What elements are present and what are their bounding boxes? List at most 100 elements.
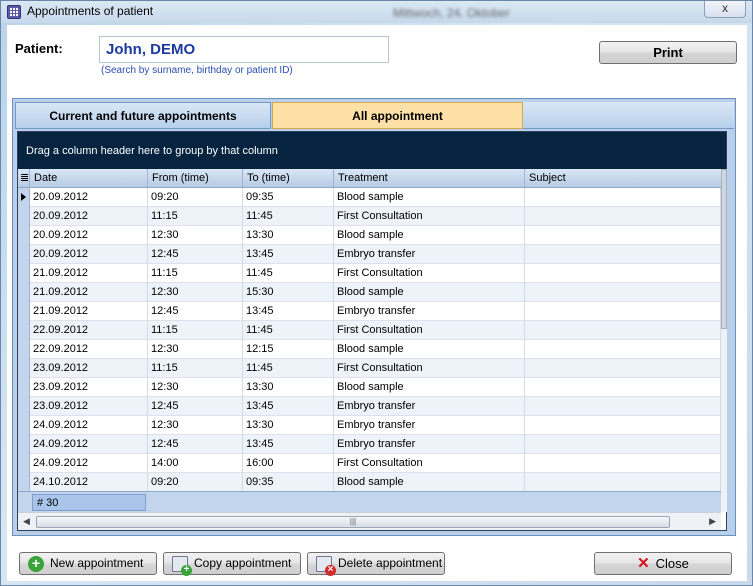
cell-subject[interactable]: [525, 264, 721, 283]
row-selector[interactable]: [18, 378, 30, 397]
cell-date[interactable]: 21.09.2012: [30, 264, 148, 283]
table-row[interactable]: 23.09.2012 12:45 13:45 Embryo transfer: [18, 397, 721, 416]
cell-subject[interactable]: [525, 378, 721, 397]
table-row[interactable]: 20.09.2012 12:30 13:30 Blood sample: [18, 226, 721, 245]
cell-to[interactable]: 13:45: [243, 397, 334, 416]
cell-to[interactable]: 11:45: [243, 359, 334, 378]
row-selector[interactable]: [18, 321, 30, 340]
column-header-treatment[interactable]: Treatment: [334, 169, 525, 187]
cell-from[interactable]: 11:15: [148, 264, 243, 283]
cell-to[interactable]: 13:45: [243, 245, 334, 264]
cell-treatment[interactable]: First Consultation: [334, 359, 525, 378]
cell-subject[interactable]: [525, 435, 721, 454]
cell-to[interactable]: 13:30: [243, 416, 334, 435]
print-button[interactable]: Print: [599, 41, 737, 64]
cell-to[interactable]: 12:15: [243, 340, 334, 359]
cell-to[interactable]: 11:45: [243, 207, 334, 226]
table-row[interactable]: 23.09.2012 11:15 11:45 First Consultation: [18, 359, 721, 378]
cell-treatment[interactable]: Blood sample: [334, 378, 525, 397]
cell-to[interactable]: 11:45: [243, 264, 334, 283]
cell-from[interactable]: 12:30: [148, 283, 243, 302]
column-header-date[interactable]: Date: [30, 169, 148, 187]
patient-search-input[interactable]: John, DEMO: [99, 36, 389, 63]
cell-date[interactable]: 23.09.2012: [30, 397, 148, 416]
cell-treatment[interactable]: Embryo transfer: [334, 302, 525, 321]
horizontal-scrollbar[interactable]: ◀ ||| ▶: [18, 512, 721, 530]
cell-treatment[interactable]: First Consultation: [334, 264, 525, 283]
close-button[interactable]: ✕ Close: [594, 552, 732, 575]
cell-subject[interactable]: [525, 283, 721, 302]
cell-from[interactable]: 12:45: [148, 302, 243, 321]
table-row[interactable]: 22.09.2012 11:15 11:45 First Consultation: [18, 321, 721, 340]
table-row[interactable]: 24.09.2012 14:00 16:00 First Consultation: [18, 454, 721, 473]
cell-subject[interactable]: [525, 359, 721, 378]
row-selector[interactable]: [18, 454, 30, 473]
cell-from[interactable]: 12:45: [148, 435, 243, 454]
cell-date[interactable]: 23.09.2012: [30, 378, 148, 397]
row-selector[interactable]: [18, 283, 30, 302]
cell-from[interactable]: 12:45: [148, 245, 243, 264]
cell-date[interactable]: 24.09.2012: [30, 435, 148, 454]
cell-to[interactable]: 13:30: [243, 378, 334, 397]
horizontal-scroll-thumb[interactable]: |||: [36, 516, 670, 528]
cell-date[interactable]: 24.09.2012: [30, 454, 148, 473]
scroll-right-icon[interactable]: ▶: [709, 516, 716, 527]
table-row[interactable]: 24.09.2012 12:30 13:30 Embryo transfer: [18, 416, 721, 435]
cell-treatment[interactable]: First Consultation: [334, 321, 525, 340]
cell-treatment[interactable]: Blood sample: [334, 340, 525, 359]
cell-date[interactable]: 21.09.2012: [30, 302, 148, 321]
cell-to[interactable]: 15:30: [243, 283, 334, 302]
cell-subject[interactable]: [525, 321, 721, 340]
cell-to[interactable]: 13:45: [243, 302, 334, 321]
cell-date[interactable]: 24.10.2012: [30, 473, 148, 491]
cell-treatment[interactable]: Blood sample: [334, 188, 525, 207]
cell-from[interactable]: 09:20: [148, 473, 243, 491]
cell-subject[interactable]: [525, 207, 721, 226]
cell-date[interactable]: 24.09.2012: [30, 416, 148, 435]
vertical-scroll-thumb[interactable]: [721, 169, 727, 329]
cell-from[interactable]: 11:15: [148, 321, 243, 340]
cell-date[interactable]: 20.09.2012: [30, 188, 148, 207]
column-header-from[interactable]: From (time): [148, 169, 243, 187]
new-appointment-button[interactable]: + New appointment: [19, 552, 157, 575]
group-by-panel[interactable]: Drag a column header here to group by th…: [18, 132, 726, 169]
table-row[interactable]: 22.09.2012 12:30 12:15 Blood sample: [18, 340, 721, 359]
cell-from[interactable]: 12:30: [148, 416, 243, 435]
cell-treatment[interactable]: Embryo transfer: [334, 245, 525, 264]
cell-treatment[interactable]: Embryo transfer: [334, 435, 525, 454]
row-selector[interactable]: [18, 359, 30, 378]
cell-to[interactable]: 13:30: [243, 226, 334, 245]
table-row[interactable]: 21.09.2012 12:45 13:45 Embryo transfer: [18, 302, 721, 321]
vertical-scrollbar[interactable]: [721, 169, 727, 512]
column-header-to[interactable]: To (time): [243, 169, 334, 187]
table-row[interactable]: 20.09.2012 09:20 09:35 Blood sample: [18, 188, 721, 207]
tab-current-future-appointments[interactable]: Current and future appointments: [15, 102, 271, 129]
row-selector[interactable]: [18, 207, 30, 226]
cell-subject[interactable]: [525, 473, 721, 491]
row-selector[interactable]: [18, 416, 30, 435]
row-selector[interactable]: [18, 302, 30, 321]
current-row-indicator-icon[interactable]: [18, 188, 30, 207]
cell-date[interactable]: 20.09.2012: [30, 245, 148, 264]
cell-treatment[interactable]: Embryo transfer: [334, 416, 525, 435]
cell-treatment[interactable]: First Consultation: [334, 454, 525, 473]
cell-to[interactable]: 09:35: [243, 188, 334, 207]
cell-from[interactable]: 11:15: [148, 207, 243, 226]
table-row[interactable]: 21.09.2012 12:30 15:30 Blood sample: [18, 283, 721, 302]
table-row[interactable]: 23.09.2012 12:30 13:30 Blood sample: [18, 378, 721, 397]
cell-from[interactable]: 11:15: [148, 359, 243, 378]
cell-from[interactable]: 09:20: [148, 188, 243, 207]
cell-date[interactable]: 20.09.2012: [30, 226, 148, 245]
cell-date[interactable]: 22.09.2012: [30, 340, 148, 359]
cell-treatment[interactable]: Blood sample: [334, 473, 525, 491]
row-selector[interactable]: [18, 473, 30, 491]
cell-date[interactable]: 22.09.2012: [30, 321, 148, 340]
cell-from[interactable]: 12:30: [148, 378, 243, 397]
window-close-button[interactable]: x: [704, 1, 746, 18]
cell-subject[interactable]: [525, 416, 721, 435]
cell-subject[interactable]: [525, 454, 721, 473]
table-row[interactable]: 24.09.2012 12:45 13:45 Embryo transfer: [18, 435, 721, 454]
column-chooser-icon[interactable]: ≣: [18, 169, 30, 187]
cell-treatment[interactable]: Blood sample: [334, 283, 525, 302]
tab-all-appointments[interactable]: All appointment: [272, 102, 523, 129]
